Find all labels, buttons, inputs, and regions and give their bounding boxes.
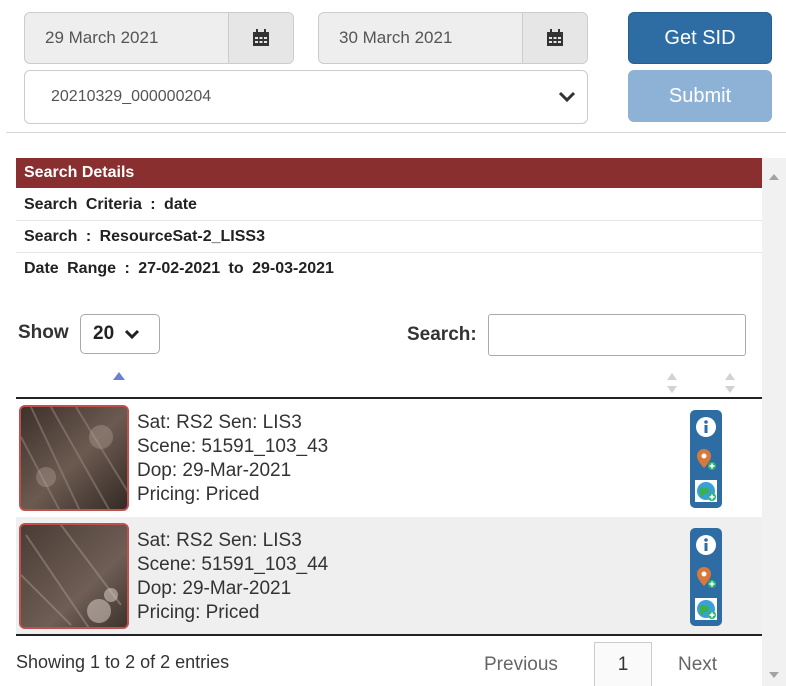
page-size-select[interactable]: 20: [80, 314, 160, 354]
calendar-icon[interactable]: [522, 13, 587, 63]
show-label: Show: [18, 322, 69, 343]
sid-select-value: 20210329_000000204: [51, 88, 212, 105]
pricing-text: Pricing: Priced: [137, 484, 260, 505]
scrollbar[interactable]: [762, 158, 786, 686]
sort-icon[interactable]: [666, 372, 678, 399]
panel-header: Search Details: [16, 158, 762, 188]
sat-text: Sat: RS2 Sen: LIS3: [137, 530, 302, 551]
dop-text: Dop: 29-Mar-2021: [137, 460, 292, 481]
search-criteria: Search Criteria : date: [16, 189, 762, 221]
table-row[interactable]: Sat: RS2 Sen: LIS3 Scene: 51591_103_43 D…: [16, 399, 762, 517]
info-icon[interactable]: [693, 531, 719, 559]
scene-meta: Sat: RS2 Sen: LIS3 Scene: 51591_103_44 D…: [137, 529, 328, 625]
search-resource: Search : ResourceSat-2_LISS3: [16, 221, 762, 253]
search-input[interactable]: [488, 314, 746, 356]
row-actions: [690, 410, 722, 508]
scroll-up-icon[interactable]: [768, 168, 780, 186]
scene-meta: Sat: RS2 Sen: LIS3 Scene: 51591_103_43 D…: [137, 411, 328, 507]
sid-select[interactable]: 20210329_000000204: [24, 70, 588, 124]
dop-text: Dop: 29-Mar-2021: [137, 578, 292, 599]
next-page-button[interactable]: Next: [678, 654, 717, 676]
to-date-picker[interactable]: 30 March 2021: [318, 12, 588, 64]
chevron-down-icon[interactable]: [547, 91, 587, 103]
divider: [6, 132, 786, 133]
scene-thumbnail[interactable]: [19, 523, 129, 629]
row-actions: [690, 528, 722, 626]
table-footer-border: [16, 634, 762, 636]
scene-thumbnail[interactable]: [19, 405, 129, 511]
scene-text: Scene: 51591_103_43: [137, 436, 329, 457]
sort-icon[interactable]: [724, 372, 736, 399]
table-row[interactable]: Sat: RS2 Sen: LIS3 Scene: 51591_103_44 D…: [16, 517, 762, 635]
calendar-icon[interactable]: [228, 13, 293, 63]
page-1-button[interactable]: 1: [594, 642, 652, 686]
submit-button[interactable]: Submit: [628, 70, 772, 122]
info-icon[interactable]: [693, 413, 719, 441]
to-date-value[interactable]: 30 March 2021: [319, 13, 522, 63]
chevron-down-icon: [124, 329, 140, 340]
add-location-icon[interactable]: [693, 563, 719, 591]
previous-page-button[interactable]: Previous: [484, 654, 558, 676]
add-location-icon[interactable]: [693, 445, 719, 473]
pricing-text: Pricing: Priced: [137, 602, 260, 623]
from-date-value[interactable]: 29 March 2021: [25, 13, 228, 63]
sat-text: Sat: RS2 Sen: LIS3: [137, 412, 302, 433]
page-size-value: 20: [93, 323, 115, 344]
table-info: Showing 1 to 2 of 2 entries: [16, 652, 230, 672]
get-sid-button[interactable]: Get SID: [628, 12, 772, 64]
sort-asc-icon[interactable]: [112, 368, 126, 386]
date-range: Date Range : 27-02-2021 to 29-03-2021: [24, 260, 334, 277]
scroll-down-icon[interactable]: [768, 666, 780, 684]
globe-icon[interactable]: [693, 477, 719, 505]
from-date-picker[interactable]: 29 March 2021: [24, 12, 294, 64]
globe-icon[interactable]: [693, 595, 719, 623]
scene-text: Scene: 51591_103_44: [137, 554, 329, 575]
search-label: Search:: [407, 324, 477, 345]
